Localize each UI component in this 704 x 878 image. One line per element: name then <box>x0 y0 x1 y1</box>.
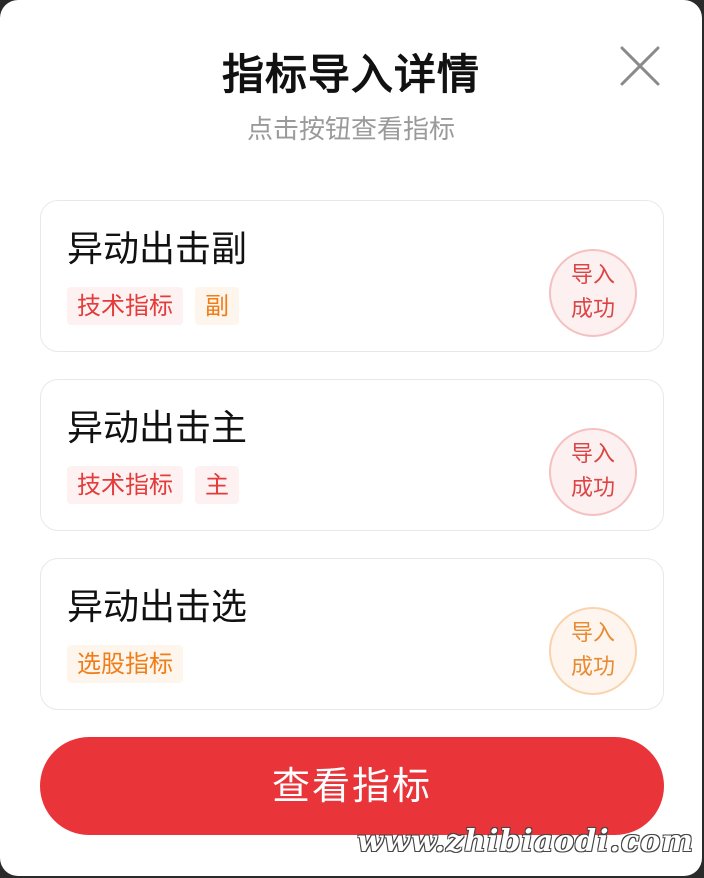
import-success-stamp: 导入 成功 <box>549 428 637 516</box>
indicator-tags: 技术指标 主 <box>67 466 239 504</box>
indicator-card: 异动出击副 技术指标 副 导入 成功 <box>40 200 664 352</box>
indicator-name: 异动出击副 <box>67 229 248 270</box>
indicator-type-tag: 技术指标 <box>67 466 183 504</box>
stamp-line-1: 导入 <box>570 442 615 467</box>
import-success-stamp: 导入 成功 <box>549 607 637 695</box>
dialog-title: 指标导入详情 <box>221 50 480 99</box>
indicator-position-tag: 副 <box>195 287 239 325</box>
dialog-subtitle: 点击按钮查看指标 <box>246 115 455 145</box>
indicator-tags: 技术指标 副 <box>67 287 239 325</box>
import-details-dialog: 指标导入详情 点击按钮查看指标 异动出击副 技术指标 副 导入 成功 异动出击主… <box>0 0 702 876</box>
indicator-name: 异动出击主 <box>67 408 248 449</box>
stamp-line-2: 成功 <box>570 297 615 322</box>
stamp-line-2: 成功 <box>570 655 615 680</box>
indicator-card: 异动出击主 技术指标 主 导入 成功 <box>40 379 664 531</box>
site-watermark: www.zhibiaodi.com <box>357 824 694 859</box>
import-success-stamp: 导入 成功 <box>549 249 637 337</box>
indicator-name: 异动出击选 <box>67 587 248 628</box>
close-button[interactable] <box>618 44 662 88</box>
stamp-line-1: 导入 <box>570 263 615 288</box>
indicator-type-tag: 技术指标 <box>67 287 183 325</box>
close-icon <box>620 46 660 86</box>
indicator-type-tag: 选股指标 <box>67 645 183 683</box>
indicator-card: 异动出击选 选股指标 导入 成功 <box>40 558 664 710</box>
stamp-line-1: 导入 <box>570 621 615 646</box>
indicator-tags: 选股指标 <box>67 645 183 683</box>
indicator-position-tag: 主 <box>195 466 239 504</box>
stamp-line-2: 成功 <box>570 476 615 501</box>
